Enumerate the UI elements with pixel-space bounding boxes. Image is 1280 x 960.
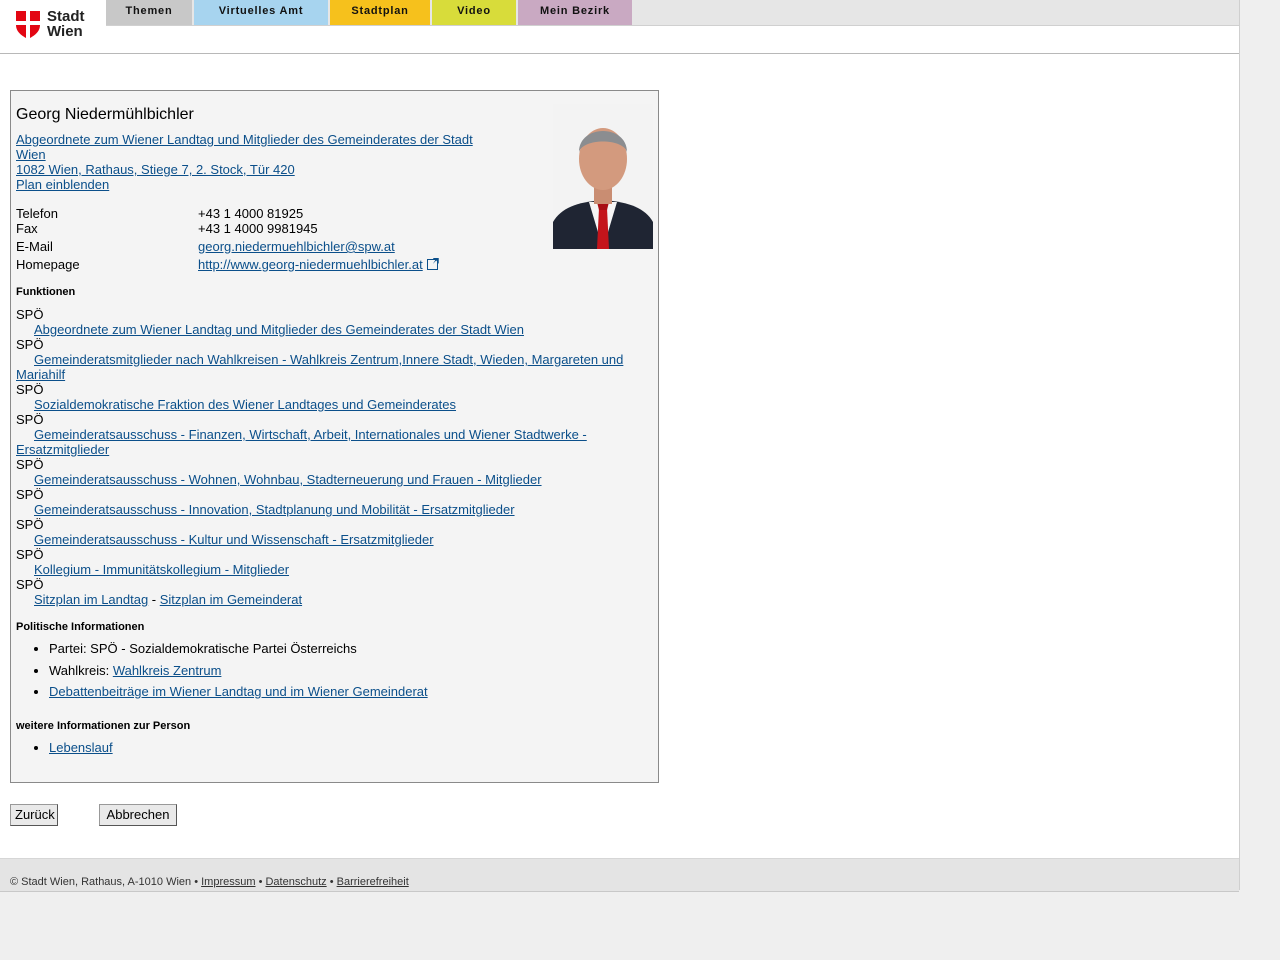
list-item-wahlkreis: Wahlkreis: Wahlkreis Zentrum [49,663,609,678]
tab-virtuelles-amt[interactable]: Virtuelles Amt [194,0,328,25]
telefon-label: Telefon [16,206,58,221]
party-label: SPÖ [16,577,44,592]
contact-row-homepage: Homepage http://www.georg-niedermuehlbic… [16,257,616,272]
back-button[interactable]: Zurück [10,804,58,826]
funktionen-heading: Funktionen [16,286,76,298]
email-link[interactable]: georg.niedermuehlbichler@spw.at [198,239,395,254]
function-link[interactable]: Gemeinderatsausschuss - Kultur und Wisse… [16,532,641,547]
footer-separator: • [326,876,337,888]
function-link[interactable]: Gemeinderatsausschuss - Innovation, Stad… [16,502,641,517]
function-link[interactable]: Gemeinderatsausschuss - Wohnen, Wohnbau,… [16,472,641,487]
wien-shield-icon [16,11,40,39]
wahlkreis-label: Wahlkreis: [49,662,113,678]
logo-text: Stadt Wien [47,9,85,39]
function-link[interactable]: Gemeinderatsausschuss - Finanzen, Wirtsc… [16,427,641,457]
footer-content: © Stadt Wien, Rathaus, A-1010 Wien • Imp… [10,876,409,888]
party-label: SPÖ [16,487,44,502]
contact-row-email: E-Mail georg.niedermuehlbichler@spw.at [16,239,616,254]
plan-link[interactable]: Plan einblenden [16,177,486,192]
party-label: SPÖ [16,412,44,427]
sitzplan-row: Sitzplan im Landtag - Sitzplan im Gemein… [16,592,641,607]
party-label: SPÖ [16,337,44,352]
function-link[interactable]: Abgeordnete zum Wiener Landtag und Mitgl… [16,322,641,337]
funktionen-list: SPÖ Abgeordnete zum Wiener Landtag und M… [16,307,641,607]
tab-themen[interactable]: Themen [106,0,192,25]
politische-info-list: Partei: SPÖ - Sozialdemokratische Partei… [16,641,609,706]
tab-mein-bezirk[interactable]: Mein Bezirk [518,0,632,25]
datenschutz-link[interactable]: Datenschutz [265,876,326,888]
footer-copyright: © Stadt Wien, Rathaus, A-1010 Wien • [10,876,202,888]
fax-value: +43 1 4000 9981945 [198,221,318,236]
sitzplan-landtag-link[interactable]: Sitzplan im Landtag [34,592,148,607]
party-label: SPÖ [16,517,44,532]
sitzplan-separator: - [148,592,160,607]
site-header: Stadt Wien Themen Virtuelles Amt Stadtpl… [0,0,1239,54]
weitere-info-heading: weitere Informationen zur Person [16,720,191,732]
party-label: SPÖ [16,457,44,472]
list-item-debatten: Debattenbeiträge im Wiener Landtag und i… [49,684,609,699]
cancel-button[interactable]: Abbrechen [99,804,177,826]
email-label: E-Mail [16,239,53,254]
footer-separator: • [255,876,266,888]
external-link-icon [426,259,438,270]
tab-stadtplan[interactable]: Stadtplan [330,0,430,25]
person-photo [553,104,653,249]
party-label: SPÖ [16,547,44,562]
contact-table: Telefon +43 1 4000 81925 Fax +43 1 4000 … [16,206,616,272]
list-item-partei: Partei: SPÖ - Sozialdemokratische Partei… [49,641,609,656]
telefon-value: +43 1 4000 81925 [198,206,304,221]
contact-row-telefon: Telefon +43 1 4000 81925 [16,206,616,221]
function-link[interactable]: Gemeinderatsmitglieder nach Wahlkreisen … [16,352,641,382]
person-card: Georg Niedermühlbichler Abgeordnete zum … [10,90,659,783]
wahlkreis-link[interactable]: Wahlkreis Zentrum [113,663,222,678]
list-item-lebenslauf: Lebenslauf [49,740,609,755]
fax-label: Fax [16,221,38,236]
party-label: SPÖ [16,307,44,322]
party-label: SPÖ [16,382,44,397]
person-name: Georg Niedermühlbichler [16,106,194,123]
barrierefreiheit-link[interactable]: Barrierefreiheit [337,876,409,888]
function-link[interactable]: Sozialdemokratische Fraktion des Wiener … [16,397,641,412]
role-link[interactable]: Abgeordnete zum Wiener Landtag und Mitgl… [16,132,486,162]
homepage-label: Homepage [16,257,80,272]
sitzplan-gemeinderat-link[interactable]: Sitzplan im Gemeinderat [160,592,302,607]
homepage-link[interactable]: http://www.georg-niedermuehlbichler.at [198,257,423,272]
site-footer: © Stadt Wien, Rathaus, A-1010 Wien • Imp… [0,858,1239,892]
address-link[interactable]: 1082 Wien, Rathaus, Stiege 7, 2. Stock, … [16,162,486,177]
function-link[interactable]: Kollegium - Immunitätskollegium - Mitgli… [16,562,641,577]
contact-row-fax: Fax +43 1 4000 9981945 [16,221,616,236]
tab-video[interactable]: Video [432,0,516,25]
weitere-info-list: Lebenslauf [16,740,609,762]
page: Stadt Wien Themen Virtuelles Amt Stadtpl… [0,0,1240,892]
politische-info-heading: Politische Informationen [16,621,145,633]
logo-text-wien: Wien [47,23,83,40]
address-block: Abgeordnete zum Wiener Landtag und Mitgl… [16,132,486,192]
impressum-link[interactable]: Impressum [201,876,255,888]
stadt-wien-logo[interactable]: Stadt Wien [16,9,96,43]
debatten-link[interactable]: Debattenbeiträge im Wiener Landtag und i… [49,684,428,699]
lebenslauf-link[interactable]: Lebenslauf [49,740,113,755]
homepage-value: http://www.georg-niedermuehlbichler.at [198,257,438,272]
